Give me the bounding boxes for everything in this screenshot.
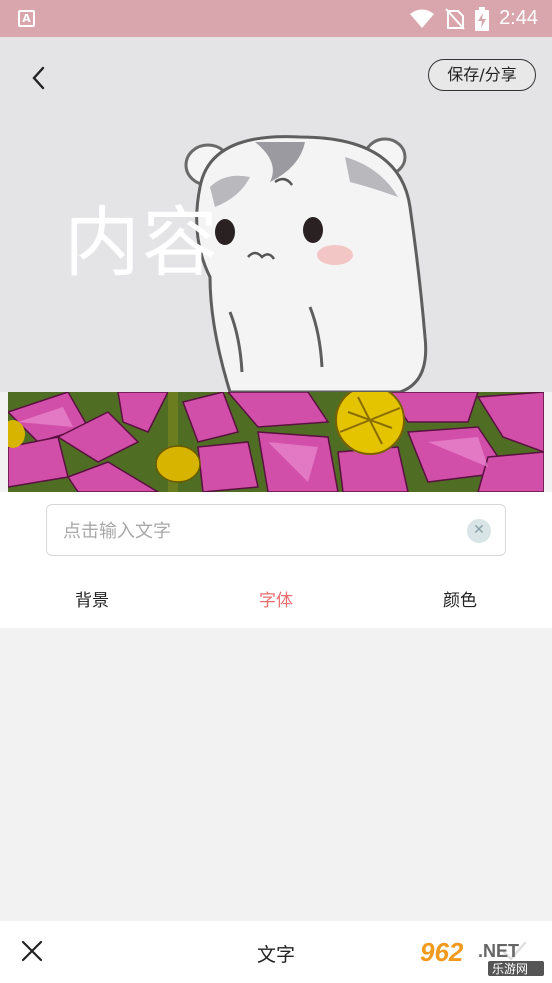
text-input-container: ✕ <box>46 504 506 556</box>
canvas-preview: 保存/分享 内容 <box>0 37 552 392</box>
back-button[interactable] <box>22 61 56 95</box>
text-editor-panel: ✕ 背景 字体 颜色 <box>0 492 552 628</box>
clear-input-button[interactable]: ✕ <box>467 519 491 543</box>
battery-charging-icon <box>475 6 490 31</box>
notification-app-icon: A <box>18 10 35 27</box>
close-icon: ✕ <box>473 522 485 538</box>
text-input[interactable] <box>61 515 455 547</box>
no-sim-icon <box>445 7 465 30</box>
tab-color[interactable]: 颜色 <box>400 586 520 611</box>
chevron-left-icon <box>32 66 45 90</box>
watermark-site: 乐游网 <box>492 962 528 976</box>
save-share-button[interactable]: 保存/分享 <box>428 59 536 91</box>
wifi-icon <box>410 9 435 28</box>
site-watermark: 962 .NET 乐游网 <box>414 937 546 977</box>
tab-font[interactable]: 字体 <box>216 586 336 611</box>
watermark-logo: 962 .NET 乐游网 <box>420 937 544 976</box>
tab-background[interactable]: 背景 <box>32 586 152 611</box>
editor-tabs: 背景 字体 颜色 <box>0 576 552 620</box>
status-time: 2:44 <box>499 7 538 29</box>
flower-illustration <box>8 392 544 492</box>
watermark-number: 962 <box>420 937 464 967</box>
status-bar: A 2:44 <box>0 0 552 37</box>
watermark-suffix: .NET <box>478 941 519 961</box>
canvas-overlay-text[interactable]: 内容 <box>64 205 220 281</box>
background-image-strip <box>8 392 544 492</box>
